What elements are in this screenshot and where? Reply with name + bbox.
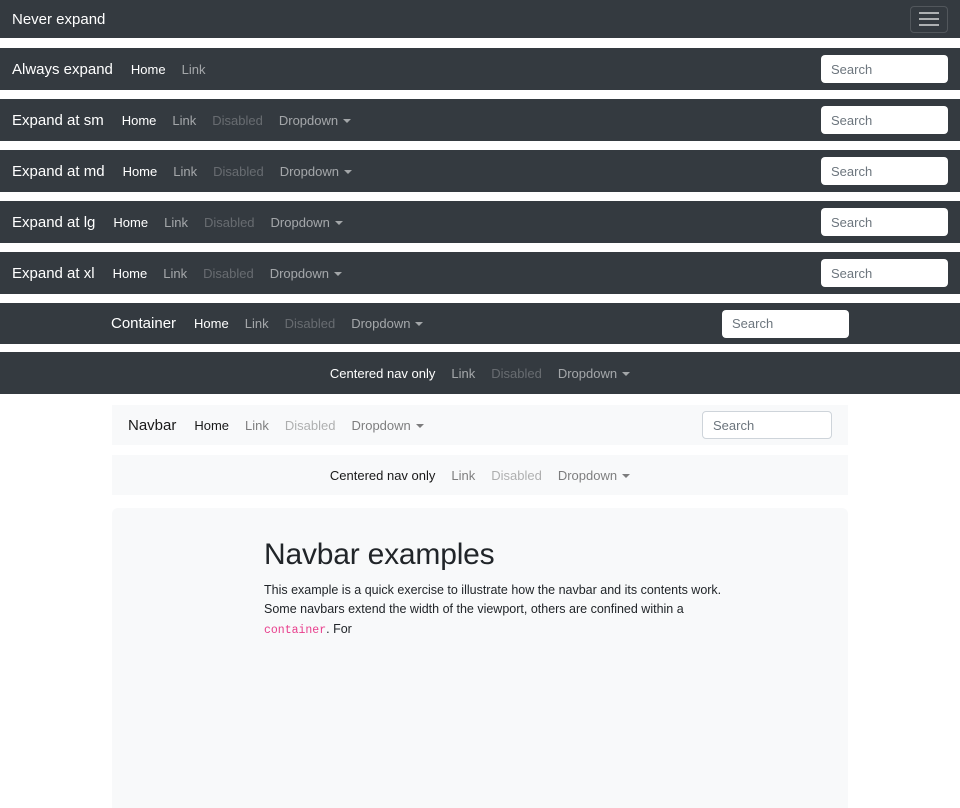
nav-link-centered-nav-only[interactable]: Centered nav only xyxy=(322,468,444,483)
nav-link-disabled: Disabled xyxy=(196,215,263,230)
intro-paragraph: This example is a quick exercise to illu… xyxy=(264,581,734,640)
nav-link-home[interactable]: Home xyxy=(114,113,165,128)
nav-list: Home Link Disabled Dropdown xyxy=(115,164,360,179)
chevron-down-icon xyxy=(344,170,352,174)
nav-link-home[interactable]: Home xyxy=(115,164,166,179)
nav-link-link[interactable]: Link xyxy=(156,215,196,230)
navbar-container-inner: Container Home Link Disabled Dropdown xyxy=(111,310,849,338)
brand-always-expand[interactable]: Always expand xyxy=(12,61,113,78)
nav-link-centered-nav-only[interactable]: Centered nav only xyxy=(322,366,444,381)
nav-link-link[interactable]: Link xyxy=(164,113,204,128)
nav-link-disabled: Disabled xyxy=(483,468,550,483)
nav-link-link[interactable]: Link xyxy=(155,266,195,281)
search-input[interactable] xyxy=(821,157,948,185)
nav-link-home[interactable]: Home xyxy=(123,62,174,77)
navbar-always-expand: Always expand Home Link xyxy=(0,48,960,90)
navbar-light: Navbar Home Link Disabled Dropdown xyxy=(112,405,848,445)
nav-link-link[interactable]: Link xyxy=(237,418,277,433)
nav-list: Home Link Disabled Dropdown xyxy=(114,113,359,128)
nav-dropdown-toggle[interactable]: Dropdown xyxy=(550,366,638,381)
brand-expand-sm[interactable]: Expand at sm xyxy=(12,112,104,129)
navbar-expand-xl: Expand at xl Home Link Disabled Dropdown xyxy=(0,252,960,294)
nav-dropdown-toggle[interactable]: Dropdown xyxy=(343,316,431,331)
nav-link-disabled: Disabled xyxy=(483,366,550,381)
inline-code: container xyxy=(264,624,326,637)
nav-link-home[interactable]: Home xyxy=(186,418,237,433)
search-input[interactable] xyxy=(821,55,948,83)
nav-dropdown-toggle[interactable]: Dropdown xyxy=(271,113,359,128)
nav-link-home[interactable]: Home xyxy=(105,266,156,281)
search-input[interactable] xyxy=(821,106,948,134)
chevron-down-icon xyxy=(343,119,351,123)
navbar-expand-sm: Expand at sm Home Link Disabled Dropdown xyxy=(0,99,960,141)
nav-link-home[interactable]: Home xyxy=(186,316,237,331)
navbar-expand-lg: Expand at lg Home Link Disabled Dropdown xyxy=(0,201,960,243)
nav-list: Home Link xyxy=(123,62,214,77)
nav-link-link[interactable]: Link xyxy=(165,164,205,179)
brand-expand-xl[interactable]: Expand at xl xyxy=(12,265,95,282)
nav-list: Home Link Disabled Dropdown xyxy=(186,316,431,331)
navbar-container: Container Home Link Disabled Dropdown xyxy=(0,303,960,344)
navbar-toggler-button[interactable] xyxy=(910,6,948,33)
brand-expand-md[interactable]: Expand at md xyxy=(12,163,105,180)
nav-list: Centered nav only Link Disabled Dropdown xyxy=(322,366,638,381)
nav-list: Home Link Disabled Dropdown xyxy=(105,215,350,230)
jumbotron: Navbar examples This example is a quick … xyxy=(112,508,848,808)
nav-dropdown-toggle[interactable]: Dropdown xyxy=(550,468,638,483)
chevron-down-icon xyxy=(415,322,423,326)
nav-link-link[interactable]: Link xyxy=(174,62,214,77)
nav-link-disabled: Disabled xyxy=(277,418,344,433)
search-input[interactable] xyxy=(821,259,948,287)
search-input[interactable] xyxy=(702,411,832,439)
brand-container[interactable]: Container xyxy=(111,315,176,332)
nav-dropdown-toggle[interactable]: Dropdown xyxy=(263,215,351,230)
nav-link-disabled: Disabled xyxy=(277,316,344,331)
brand-navbar[interactable]: Navbar xyxy=(128,417,176,434)
nav-list: Centered nav only Link Disabled Dropdown xyxy=(322,468,638,483)
search-input[interactable] xyxy=(821,208,948,236)
brand-expand-lg[interactable]: Expand at lg xyxy=(12,214,95,231)
nav-dropdown-toggle[interactable]: Dropdown xyxy=(272,164,360,179)
navbar-never-expand: Never expand xyxy=(0,0,960,38)
chevron-down-icon xyxy=(334,272,342,276)
nav-link-home[interactable]: Home xyxy=(105,215,156,230)
chevron-down-icon xyxy=(622,474,630,478)
nav-link-link[interactable]: Link xyxy=(443,468,483,483)
nav-dropdown-toggle[interactable]: Dropdown xyxy=(344,418,432,433)
search-input[interactable] xyxy=(722,310,849,338)
nav-link-disabled: Disabled xyxy=(204,113,271,128)
navbar-expand-md: Expand at md Home Link Disabled Dropdown xyxy=(0,150,960,192)
hamburger-icon xyxy=(919,12,939,14)
navbar-centered-light: Centered nav only Link Disabled Dropdown xyxy=(112,455,848,495)
brand-never-expand[interactable]: Never expand xyxy=(12,11,105,28)
nav-link-disabled: Disabled xyxy=(195,266,262,281)
chevron-down-icon xyxy=(335,221,343,225)
chevron-down-icon xyxy=(416,424,424,428)
content-column: Navbar examples This example is a quick … xyxy=(264,538,734,640)
navbar-centered-dark: Centered nav only Link Disabled Dropdown xyxy=(0,352,960,394)
nav-link-link[interactable]: Link xyxy=(443,366,483,381)
nav-list: Home Link Disabled Dropdown xyxy=(105,266,350,281)
nav-link-disabled: Disabled xyxy=(205,164,272,179)
chevron-down-icon xyxy=(622,372,630,376)
nav-dropdown-toggle[interactable]: Dropdown xyxy=(262,266,350,281)
nav-list: Home Link Disabled Dropdown xyxy=(186,418,431,433)
page-title: Navbar examples xyxy=(264,538,734,572)
nav-link-link[interactable]: Link xyxy=(237,316,277,331)
